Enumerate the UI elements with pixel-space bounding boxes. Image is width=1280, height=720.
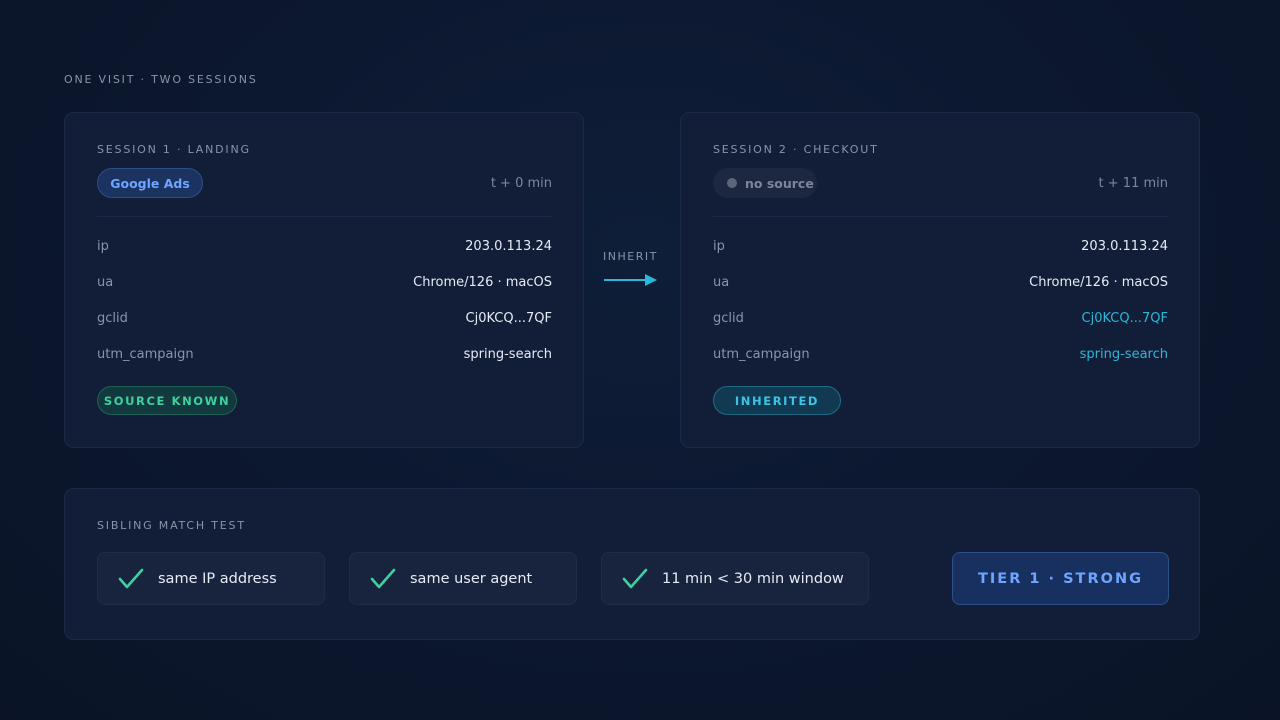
- inherit-label: INHERIT: [603, 250, 658, 263]
- status-badge-source-known: SOURCE KNOWN: [97, 386, 237, 415]
- session-1-card: SESSION 1 · LANDING Google Ads t + 0 min…: [64, 112, 584, 448]
- status-badge-inherited: INHERITED: [713, 386, 841, 415]
- field-key: gclid: [713, 310, 744, 326]
- field-row-gclid: gclid Cj0KCQ...7QF: [97, 308, 552, 328]
- session-2-divider: [713, 216, 1168, 217]
- field-key: ua: [97, 274, 114, 290]
- field-key: utm_campaign: [97, 346, 194, 362]
- field-row-utm-campaign: utm_campaign spring-search: [97, 344, 552, 364]
- field-row-ip: ip 203.0.113.24: [713, 236, 1168, 256]
- check-item-same-ua: same user agent: [349, 552, 577, 605]
- source-pill-google-ads: Google Ads: [97, 168, 203, 198]
- field-value-inherited: spring-search: [1079, 346, 1168, 362]
- field-row-ua: ua Chrome/126 · macOS: [97, 272, 552, 292]
- tier-result-badge: TIER 1 · STRONG: [952, 552, 1169, 605]
- session-2-title: SESSION 2 · CHECKOUT: [713, 143, 879, 156]
- field-key: ip: [97, 238, 109, 254]
- session-1-divider: [97, 216, 552, 217]
- inherit-arrow-icon: [604, 274, 657, 286]
- session-2-time: t + 11 min: [1098, 176, 1168, 191]
- field-row-gclid: gclid Cj0KCQ...7QF: [713, 308, 1168, 328]
- no-source-dot-icon: [727, 178, 737, 188]
- source-pill-no-source: no source: [713, 168, 817, 198]
- field-value: Chrome/126 · macOS: [413, 274, 552, 290]
- sibling-match-test-card: SIBLING MATCH TEST same IP address same …: [64, 488, 1200, 640]
- check-icon: [370, 568, 396, 588]
- source-pill-label: no source: [745, 175, 814, 191]
- check-item-time-window: 11 min < 30 min window: [601, 552, 869, 605]
- field-value: Chrome/126 · macOS: [1029, 274, 1168, 290]
- field-key: utm_campaign: [713, 346, 810, 362]
- check-label: 11 min < 30 min window: [662, 570, 844, 587]
- check-icon: [118, 568, 144, 588]
- field-value: 203.0.113.24: [465, 238, 552, 254]
- session-1-title: SESSION 1 · LANDING: [97, 143, 251, 156]
- check-icon: [622, 568, 648, 588]
- field-key: ua: [713, 274, 730, 290]
- field-value: Cj0KCQ...7QF: [465, 310, 552, 326]
- field-value: 203.0.113.24: [1081, 238, 1168, 254]
- field-row-ua: ua Chrome/126 · macOS: [713, 272, 1168, 292]
- check-item-same-ip: same IP address: [97, 552, 325, 605]
- field-row-utm-campaign: utm_campaign spring-search: [713, 344, 1168, 364]
- field-value-inherited: Cj0KCQ...7QF: [1081, 310, 1168, 326]
- field-value: spring-search: [463, 346, 552, 362]
- field-row-ip: ip 203.0.113.24: [97, 236, 552, 256]
- diagram-eyebrow: ONE VISIT · TWO SESSIONS: [64, 73, 258, 86]
- field-key: ip: [713, 238, 725, 254]
- check-label: same IP address: [158, 570, 277, 587]
- check-label: same user agent: [410, 570, 533, 587]
- field-key: gclid: [97, 310, 128, 326]
- session-1-time: t + 0 min: [490, 176, 552, 191]
- match-test-title: SIBLING MATCH TEST: [97, 519, 246, 532]
- session-2-card: SESSION 2 · CHECKOUT no source t + 11 mi…: [680, 112, 1200, 448]
